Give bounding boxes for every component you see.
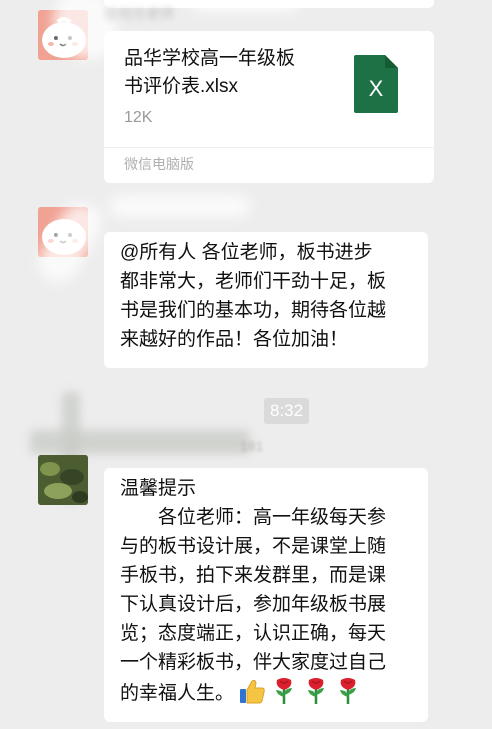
message-line: 书是我们的基本功，期待各位越 [120,300,387,321]
obscured-region [190,0,300,12]
sender-name: 181 [240,438,264,454]
obscured-region [110,195,250,217]
message-line: 都非常大，老师们干劲十足，板 [120,271,387,292]
obscured-region [30,430,250,454]
plant-photo-icon [38,455,88,505]
message-line: 各位老师：高一年级每天参 [120,507,387,528]
message-line: 温馨提示 [120,478,197,499]
message-line: 的幸福人生。 [120,683,235,704]
excel-file-icon: X [354,55,398,113]
file-card[interactable]: 品华学校高一年级板 书评价表.xlsx 12K X 微信电脑版 [104,31,434,183]
excel-icon-letter: X [369,76,384,101]
timestamp: 8:32 [264,398,310,424]
file-name-line: 书评价表.xlsx [124,76,239,97]
message-line: @所有人 各位老师，板书进步 [120,242,373,263]
file-name: 品华学校高一年级板 书评价表.xlsx [124,45,334,101]
message-line-with-emoji: 的幸福人生。 [120,677,414,708]
file-size: 12K [124,109,153,126]
message-line: 下认真设计后，参加年级板书展 [120,594,387,615]
sender-name: 往何方老师 [104,6,174,22]
avatar[interactable] [38,455,88,505]
message-line: 来越好的作品！各位加油！ [120,329,349,350]
thumbs-up-icon [240,679,265,704]
rose-icon [276,678,293,704]
card-divider [104,147,434,148]
message-bubble[interactable]: @所有人 各位老师，板书进步 都非常大，老师们干劲十足，板 书是我们的基本功，期… [104,232,428,368]
rose-icon [340,678,357,704]
file-name-line: 品华学校高一年级板 [124,48,296,69]
file-source: 微信电脑版 [124,156,194,172]
message-bubble[interactable]: 温馨提示 各位老师：高一年级每天参 与的板书设计展，不是课堂上随 手板书，拍下来… [104,468,428,722]
message-line: 与的板书设计展，不是课堂上随 [120,536,387,557]
rose-icon [308,678,325,704]
message-line: 一个精彩板书，伴大家度过自己 [120,652,387,673]
message-line: 手板书，拍下来发群里，而是课 [120,565,387,586]
message-line: 览；态度端正，认识正确，每天 [120,623,387,644]
